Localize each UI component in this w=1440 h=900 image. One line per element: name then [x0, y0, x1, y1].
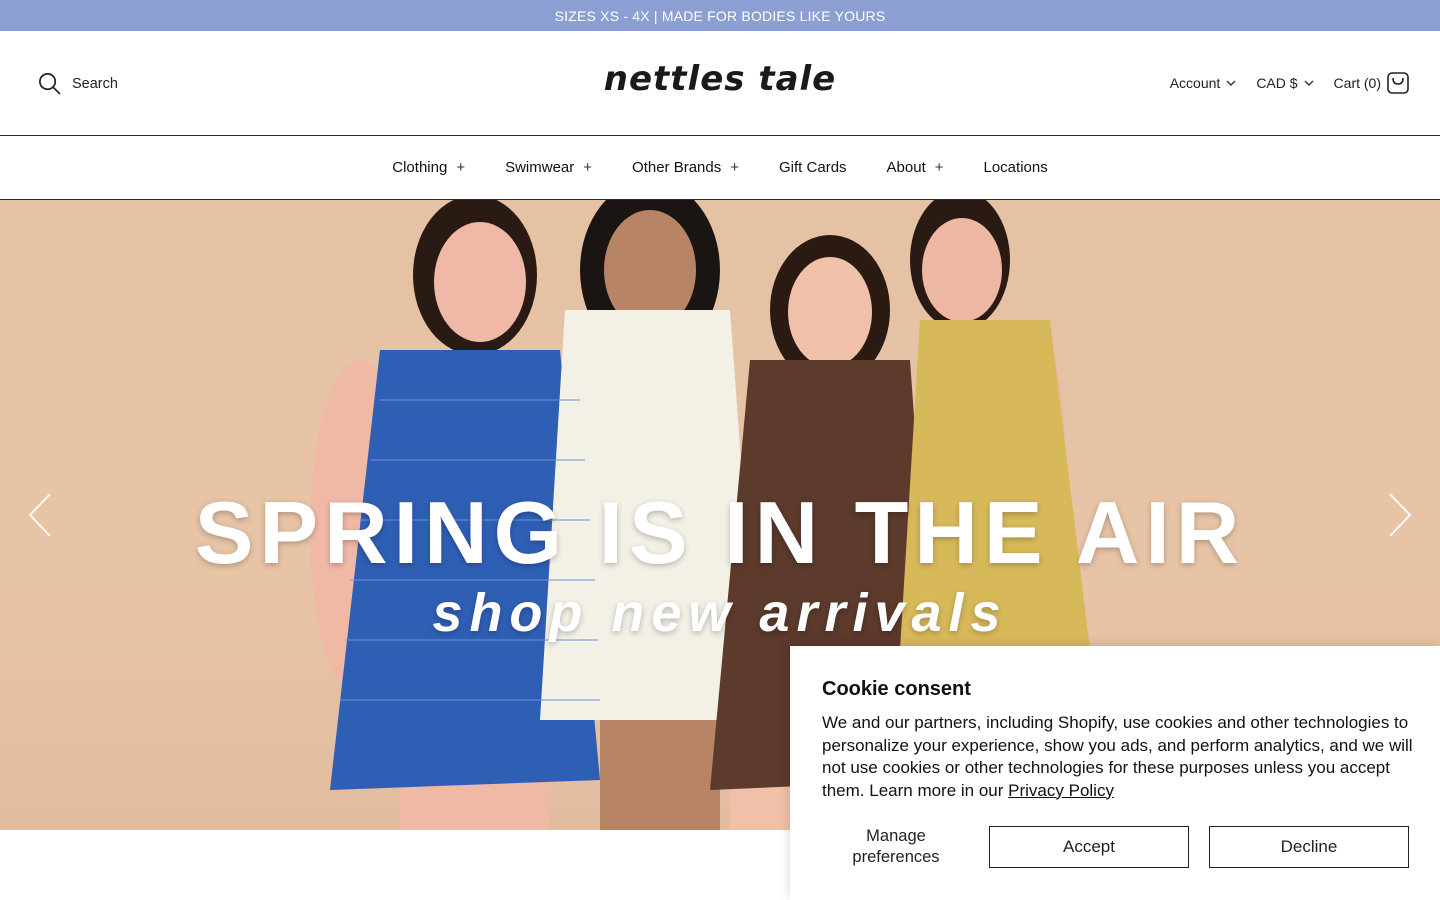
accept-label: Accept [1063, 837, 1115, 856]
nav-item-about[interactable]: About + [887, 159, 944, 176]
carousel-prev-button[interactable] [22, 490, 62, 540]
nav-item-label: About [886, 159, 926, 176]
currency-label: CAD $ [1256, 75, 1298, 91]
cookie-consent-banner: Cookie consent We and our partners, incl… [790, 646, 1440, 900]
chevron-left-icon [28, 493, 51, 537]
account-label: Account [1169, 75, 1221, 91]
cookie-body: We and our partners, including Shopify, … [822, 712, 1414, 802]
nav-item-label: Swimwear [505, 159, 575, 176]
manage-label-line-1: Manage [866, 827, 926, 845]
announcement-text: SIZES XS - 4X | MADE FOR BODIES LIKE YOU… [554, 7, 886, 24]
nav-item-clothing[interactable]: Clothing + [392, 159, 465, 176]
decline-cookies-button[interactable]: Decline [1209, 826, 1409, 868]
manage-preferences-button[interactable]: Manage preferences [822, 826, 970, 868]
plus-icon: + [583, 159, 593, 176]
nav-item-label: Gift Cards [779, 159, 847, 176]
site-logo[interactable]: nettles tale [604, 59, 836, 99]
nav-item-label: Other Brands [632, 159, 722, 176]
plus-icon: + [456, 159, 466, 176]
chevron-down-icon [1304, 80, 1314, 86]
person-2-legs [600, 720, 720, 830]
cart-button[interactable]: Cart (0) [1334, 71, 1410, 95]
carousel-next-button[interactable] [1378, 490, 1418, 540]
site-header: Search nettles tale Account CAD $ Cart (… [0, 31, 1440, 136]
privacy-policy-link[interactable]: Privacy Policy [1008, 781, 1114, 800]
chevron-right-icon [1389, 493, 1412, 537]
nav-item-gift-cards[interactable]: Gift Cards [779, 159, 847, 176]
chevron-down-icon [1226, 80, 1236, 86]
nav-item-label: Clothing [392, 159, 448, 176]
person-3-face [788, 257, 872, 367]
cookie-title: Cookie consent [822, 678, 971, 700]
nav-item-other-brands[interactable]: Other Brands + [632, 159, 739, 176]
person-4-face [922, 218, 1002, 322]
hero-subtitle[interactable]: shop new arrivals [0, 582, 1440, 644]
nav-item-swimwear[interactable]: Swimwear + [505, 159, 592, 176]
nav-item-label: Locations [983, 159, 1048, 176]
cart-label: Cart (0) [1333, 75, 1381, 91]
header-tools: Account CAD $ Cart (0) [1170, 71, 1410, 95]
search-button[interactable]: Search [38, 72, 118, 95]
manage-label-line-2: preferences [852, 848, 940, 866]
nav-item-locations[interactable]: Locations [984, 159, 1048, 176]
main-navigation: Clothing + Swimwear + Other Brands + Gif… [0, 136, 1440, 200]
account-menu[interactable]: Account [1170, 75, 1237, 91]
currency-selector[interactable]: CAD $ [1256, 75, 1314, 91]
plus-icon: + [934, 159, 944, 176]
cookie-body-text: We and our partners, including Shopify, … [822, 713, 1413, 800]
announcement-bar: SIZES XS - 4X | MADE FOR BODIES LIKE YOU… [0, 0, 1440, 31]
accept-cookies-button[interactable]: Accept [989, 826, 1189, 868]
cart-icon [1387, 72, 1409, 94]
person-1-face [434, 222, 526, 342]
plus-icon: + [730, 159, 740, 176]
search-label: Search [72, 75, 118, 92]
search-icon [39, 73, 61, 95]
decline-label: Decline [1280, 837, 1338, 856]
hero-title: SPRING IS IN THE AIR [194, 483, 1246, 582]
